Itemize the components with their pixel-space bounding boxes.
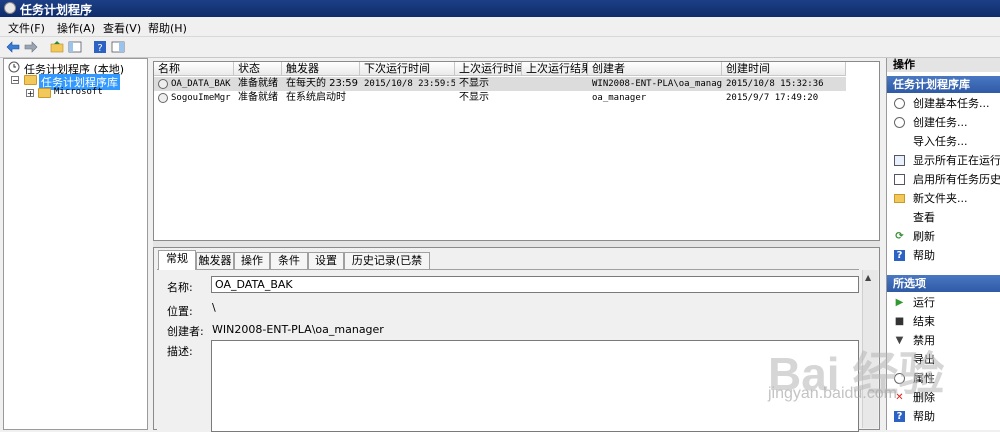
stop-icon: ■ (894, 316, 905, 327)
task-author: oa_manager (592, 93, 647, 103)
action-show-running[interactable]: 显示所有正在运行的 (887, 151, 1000, 170)
description-field[interactable] (211, 340, 859, 432)
column-header-last-run[interactable]: 上次运行时间 (455, 62, 522, 76)
collapse-icon[interactable]: − (11, 76, 19, 85)
clock-icon (894, 117, 905, 128)
column-header-name[interactable]: 名称 (154, 62, 234, 76)
task-created: 2015/9/7 17:49:20 (726, 93, 819, 103)
new-folder-icon (894, 194, 905, 203)
history-log-icon (894, 174, 905, 185)
task-status: 准备就绪 (238, 78, 278, 89)
tab-actions[interactable]: 操作 (234, 252, 270, 269)
column-header-last-result[interactable]: 上次运行结果 (522, 62, 588, 76)
location-value: \ (212, 301, 216, 314)
menu-file[interactable]: 文件(F) (8, 20, 45, 36)
menu-help[interactable]: 帮助(H) (148, 20, 187, 36)
folder-icon (24, 75, 37, 85)
action-run[interactable]: ▶ 运行 (887, 293, 1000, 312)
author-value: WIN2008-ENT-PLA\oa_manager (212, 323, 384, 336)
section-header-library[interactable]: 任务计划程序库 (887, 76, 1000, 93)
up-folder-icon[interactable] (50, 40, 64, 54)
window-title: 任务计划程序 (20, 3, 93, 17)
actions-title: 操作 (887, 58, 1000, 72)
menu-bar: 文件(F) 操作(A) 查看(V) 帮助(H) (0, 17, 1000, 37)
tree-item-microsoft[interactable]: Microsoft (54, 87, 103, 97)
task-author: WIN2008-ENT-PLA\oa_manager (592, 79, 722, 89)
column-header-status[interactable]: 状态 (234, 62, 282, 76)
task-clock-icon (158, 93, 168, 103)
tab-general[interactable]: 常规 (158, 250, 196, 270)
action-view[interactable]: 查看 (887, 208, 1000, 227)
properties-icon[interactable] (111, 40, 125, 54)
name-label: 名称: (167, 281, 193, 294)
show-hide-tree-icon[interactable] (68, 40, 82, 54)
watermark-url: jingyan.baidu.com (768, 385, 897, 402)
action-create-basic-task[interactable]: 创建基本任务... (887, 94, 1000, 113)
task-trigger: 在系统启动时 (286, 92, 346, 103)
task-status: 准备就绪 (238, 92, 278, 103)
general-panel: 名称: OA_DATA_BAK 位置: \ 创建者: WIN2008-ENT-P… (157, 269, 859, 432)
clock-icon (8, 61, 20, 73)
column-header-next-run[interactable]: 下次运行时间 (360, 62, 455, 76)
scroll-up-icon[interactable]: ▲ (865, 273, 871, 282)
action-enable-history[interactable]: 启用所有任务历史记 (887, 170, 1000, 189)
clock-icon (4, 2, 16, 14)
tab-conditions[interactable]: 条件 (270, 252, 308, 269)
list-window-icon (894, 155, 905, 166)
column-header-trigger[interactable]: 触发器 (282, 62, 360, 76)
task-created: 2015/10/8 15:32:36 (726, 79, 824, 89)
action-refresh[interactable]: ⟳ 刷新 (887, 227, 1000, 246)
help-icon: ? (894, 250, 905, 261)
table-row[interactable]: SogouImeMgr 准备就绪 在系统启动时 不显示 oa_manager 2… (154, 91, 846, 105)
menu-view[interactable]: 查看(V) (103, 20, 141, 36)
table-row[interactable]: OA_DATA_BAK 准备就绪 在每天的 23:59 2015/10/8 23… (154, 77, 846, 91)
action-help[interactable]: ? 帮助 (887, 246, 1000, 265)
svg-text:?: ? (97, 43, 102, 54)
author-label: 创建者: (167, 325, 204, 338)
toolbar: ? (0, 37, 1000, 58)
section-header-selected[interactable]: 所选项 (887, 275, 1000, 292)
column-header-author[interactable]: 创建者 (588, 62, 722, 76)
action-help-selected[interactable]: ? 帮助 (887, 407, 1000, 426)
task-name: OA_DATA_BAK (171, 79, 231, 89)
task-next-run: 2015/10/8 23:59:59 (364, 79, 455, 89)
tab-history[interactable]: 历史记录(已禁用) (344, 252, 430, 283)
forward-arrow-icon[interactable] (24, 40, 38, 54)
menu-action[interactable]: 操作(A) (57, 20, 95, 36)
task-last-run: 不显示 (459, 92, 489, 103)
title-bar: 任务计划程序 (0, 0, 1000, 17)
action-create-task[interactable]: 创建任务... (887, 113, 1000, 132)
task-list: 名称 状态 触发器 下次运行时间 上次运行时间 上次运行结果 创建者 创建时间 … (153, 61, 880, 241)
expand-icon[interactable]: + (26, 89, 34, 98)
clock-wand-icon (894, 98, 905, 109)
help-icon: ? (894, 411, 905, 422)
action-new-folder[interactable]: 新文件夹... (887, 189, 1000, 208)
play-icon: ▶ (895, 297, 904, 308)
column-header-created[interactable]: 创建时间 (722, 62, 846, 76)
name-field[interactable]: OA_DATA_BAK (211, 276, 859, 293)
folder-icon (38, 88, 51, 98)
refresh-icon: ⟳ (895, 231, 904, 242)
back-arrow-icon[interactable] (6, 40, 20, 54)
task-name: SogouImeMgr (171, 93, 231, 103)
task-clock-icon (158, 79, 168, 89)
action-import-task[interactable]: 导入任务... (887, 132, 1000, 151)
tab-triggers[interactable]: 触发器 (196, 252, 234, 269)
task-trigger: 在每天的 23:59 (286, 78, 358, 89)
location-label: 位置: (167, 305, 193, 318)
task-last-run: 不显示 (459, 78, 489, 89)
action-end[interactable]: ■ 结束 (887, 312, 1000, 331)
navigation-tree: 任务计划程序 (本地) − 任务计划程序库 + Microsoft (3, 58, 148, 430)
description-label: 描述: (167, 345, 193, 358)
tab-settings[interactable]: 设置 (308, 252, 344, 269)
help-icon[interactable]: ? (93, 40, 107, 54)
